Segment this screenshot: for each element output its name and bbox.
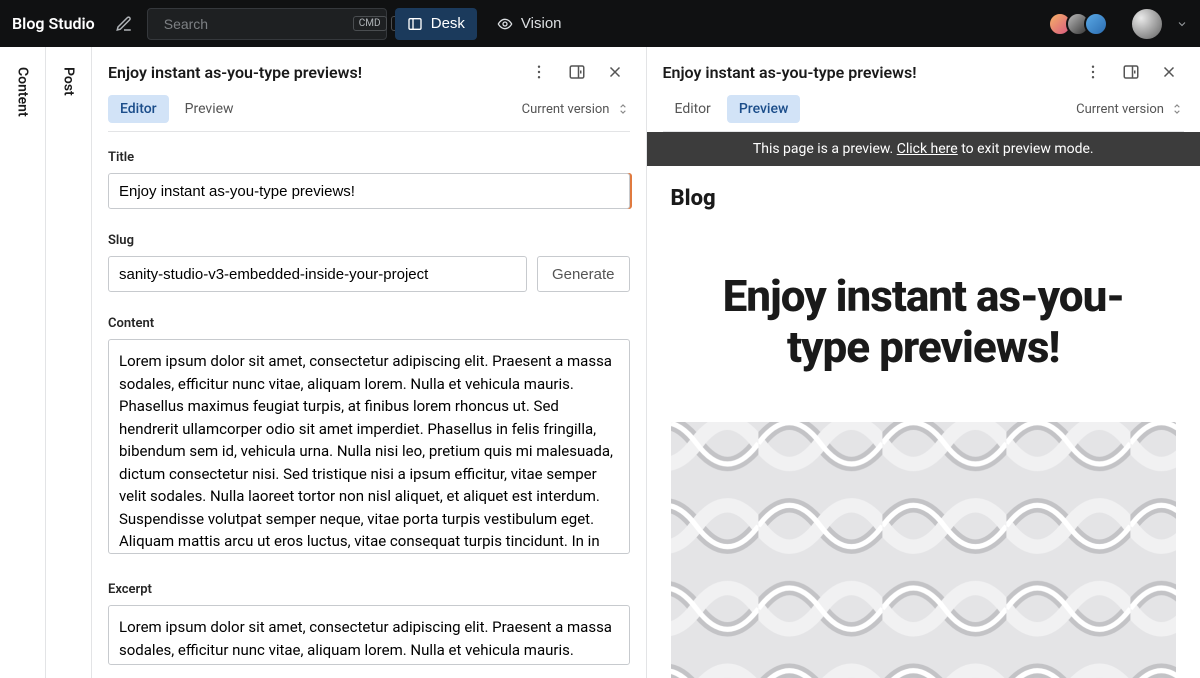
main-area: Content Post Enjoy instant as-you-type p…: [0, 47, 1200, 678]
generate-slug-button[interactable]: Generate: [537, 256, 630, 292]
pane-title: Enjoy instant as-you-type previews!: [663, 63, 1071, 82]
side-tab-content[interactable]: Content: [0, 47, 46, 678]
avatar: [1084, 12, 1108, 36]
more-menu-button[interactable]: [1078, 57, 1108, 87]
exit-preview-link[interactable]: Click here: [897, 141, 958, 157]
kebab-icon: [1084, 63, 1102, 81]
side-tab-post[interactable]: Post: [46, 47, 92, 678]
chevron-sort-icon: [616, 102, 630, 116]
close-icon: [1160, 63, 1178, 81]
tab-editor[interactable]: Editor: [663, 95, 723, 123]
tab-editor[interactable]: Editor: [108, 95, 169, 123]
version-selector[interactable]: Current version: [1076, 102, 1184, 117]
compose-button[interactable]: [109, 9, 139, 39]
close-pane-button[interactable]: [600, 57, 630, 87]
split-pane-button[interactable]: [1116, 57, 1146, 87]
chevron-down-icon[interactable]: [1176, 18, 1188, 30]
compose-icon: [115, 15, 133, 33]
preview-hero-image: [671, 422, 1177, 678]
panel-icon: [407, 16, 423, 32]
close-pane-button[interactable]: [1154, 57, 1184, 87]
brand-name: Blog Studio: [12, 14, 95, 33]
user-avatar[interactable]: [1130, 7, 1164, 41]
tab-preview[interactable]: Preview: [173, 95, 246, 123]
excerpt-textarea[interactable]: [108, 605, 630, 665]
pane-title: Enjoy instant as-you-type previews!: [108, 63, 516, 82]
split-pane-button[interactable]: [562, 57, 592, 87]
preview-content: Blog Enjoy instant as-you-type previews!: [647, 166, 1200, 678]
editor-form: Title Slug Generate Content Excerpt: [92, 132, 646, 678]
more-menu-button[interactable]: [524, 57, 554, 87]
nav-desk[interactable]: Desk: [395, 8, 477, 40]
split-icon: [1122, 63, 1140, 81]
search-input[interactable]: [164, 16, 345, 32]
preview-mode-banner: This page is a preview. Click here to ex…: [647, 132, 1200, 166]
split-icon: [568, 63, 586, 81]
title-label: Title: [108, 150, 630, 165]
excerpt-label: Excerpt: [108, 582, 630, 597]
version-selector[interactable]: Current version: [522, 102, 630, 117]
slug-input[interactable]: [108, 256, 527, 292]
title-input[interactable]: [108, 173, 630, 209]
slug-label: Slug: [108, 233, 630, 248]
eye-icon: [497, 16, 513, 32]
content-label: Content: [108, 316, 630, 331]
search-box[interactable]: CMDK: [147, 8, 387, 40]
content-textarea[interactable]: [108, 339, 630, 554]
presence-avatars[interactable]: [1054, 12, 1108, 36]
editor-pane: Enjoy instant as-you-type previews! Edit…: [92, 47, 647, 678]
tab-preview[interactable]: Preview: [727, 95, 801, 123]
preview-blog-label: Blog: [671, 186, 1177, 211]
kebab-icon: [530, 63, 548, 81]
top-bar: Blog Studio CMDK Desk Vision: [0, 0, 1200, 47]
preview-pane: Enjoy instant as-you-type previews! Edit…: [647, 47, 1200, 678]
chevron-sort-icon: [1170, 102, 1184, 116]
nav-vision[interactable]: Vision: [485, 8, 574, 40]
close-icon: [606, 63, 624, 81]
preview-headline: Enjoy instant as-you-type previews!: [701, 271, 1147, 372]
